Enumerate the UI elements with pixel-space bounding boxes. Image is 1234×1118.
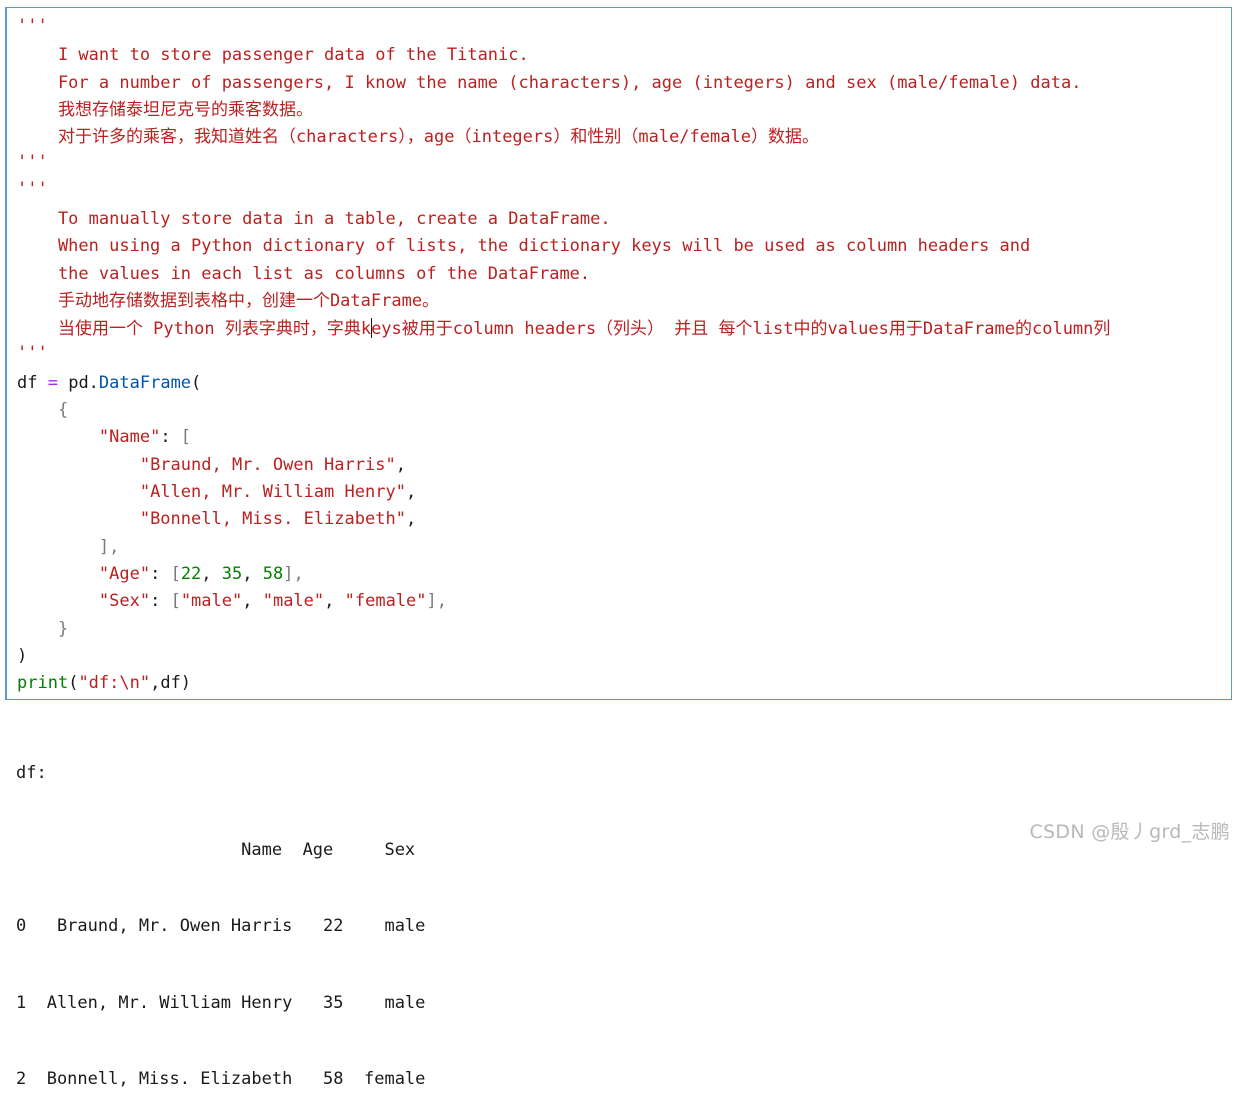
- docstring-text: eys被用于column headers（列头） 并且 每个list中的valu…: [371, 319, 1111, 339]
- separator: ,: [201, 564, 222, 584]
- cell-output: df: Name Age Sex 0 Braund, Mr. Owen Harr…: [16, 710, 425, 1118]
- table-header: Name Age Sex: [16, 839, 416, 860]
- assign-operator: =: [37, 373, 69, 393]
- module-pd: pd.: [68, 373, 99, 393]
- docstring-text: 当使用一个 Python 列表字典时，字典k: [17, 319, 372, 339]
- table-row: 0 Braund, Mr. Owen Harris 22 male: [16, 916, 426, 936]
- code-line: "Bonnell, Miss. Elizabeth",: [17, 509, 416, 529]
- print-function: print: [17, 673, 69, 693]
- code-line: {: [17, 400, 69, 420]
- docstring-line: 手动地存储数据到表格中，创建一个DataFrame。: [17, 291, 440, 311]
- docstring-open: ''': [17, 16, 48, 36]
- docstring-line: When using a Python dictionary of lists,…: [17, 236, 1031, 256]
- colon: :: [160, 427, 181, 447]
- list-close: ],: [283, 564, 304, 584]
- watermark: CSDN @殷丿grd_志鹏: [1029, 821, 1230, 843]
- code-line: df = pd.DataFrame(: [17, 373, 201, 393]
- dict-key-age: "Age": [98, 564, 151, 584]
- string-literal: "female": [344, 591, 427, 611]
- separator: ,: [324, 591, 345, 611]
- code-line: ],: [17, 537, 119, 557]
- string-literal: "Allen, Mr. William Henry": [139, 482, 406, 502]
- string-literal: "Braund, Mr. Owen Harris": [139, 455, 396, 475]
- comma: ,: [405, 509, 417, 529]
- list-close: ],: [98, 537, 120, 557]
- colon: :: [150, 564, 171, 584]
- code-line: print("df:\n",df): [17, 673, 191, 693]
- comma: ,: [405, 482, 417, 502]
- docstring-line: 当使用一个 Python 列表字典时，字典keys被用于column heade…: [17, 318, 1110, 339]
- docstring-line: To manually store data in a table, creat…: [17, 209, 611, 229]
- number-literal: 22: [180, 564, 202, 584]
- variable-df: df: [17, 373, 38, 393]
- docstring-close: ''': [17, 343, 48, 363]
- docstring-line: For a number of passengers, I know the n…: [17, 73, 1082, 93]
- code-line: }: [17, 619, 69, 639]
- open-paren: (: [68, 673, 79, 693]
- docstring-line: I want to store passenger data of the Ti…: [17, 45, 529, 65]
- list-open: [: [170, 591, 181, 611]
- docstring-close: ''': [17, 152, 48, 172]
- output-label: df:: [16, 763, 47, 783]
- comma: ,: [395, 455, 406, 475]
- list-open: [: [170, 564, 181, 584]
- string-literal: "male": [262, 591, 325, 611]
- docstring-line: 对于许多的乘客，我知道姓名（characters），age（integers）和…: [17, 127, 819, 147]
- print-args: ,df): [150, 673, 192, 693]
- dataframe-call: DataFrame: [98, 373, 192, 393]
- code-line: "Age": [22, 35, 58],: [17, 564, 304, 584]
- code-line: ): [17, 646, 28, 666]
- code-line: "Braund, Mr. Owen Harris",: [17, 455, 406, 475]
- list-open: [: [180, 427, 192, 447]
- code-line: "Sex": ["male", "male", "female"],: [17, 591, 447, 611]
- table-row: 1 Allen, Mr. William Henry 35 male: [16, 992, 426, 1013]
- docstring-line: 我想存储泰坦尼克号的乘客数据。: [17, 100, 313, 120]
- number-literal: 58: [262, 564, 284, 584]
- separator: ,: [242, 591, 263, 611]
- open-paren: (: [191, 373, 202, 393]
- string-literal: "male": [180, 591, 243, 611]
- colon: :: [150, 591, 171, 611]
- code-line: "Allen, Mr. William Henry",: [17, 482, 416, 502]
- dict-key-name: "Name": [98, 427, 161, 447]
- number-literal: 35: [221, 564, 243, 584]
- string-literal: "Bonnell, Miss. Elizabeth": [139, 509, 406, 529]
- code-line: "Name": [: [17, 427, 191, 447]
- code-cell[interactable]: ''' I want to store passenger data of th…: [5, 7, 1232, 700]
- separator: ,: [242, 564, 263, 584]
- string-literal: "df:\n": [78, 673, 151, 693]
- dict-key-sex: "Sex": [98, 591, 151, 611]
- docstring-line: the values in each list as columns of th…: [17, 264, 591, 284]
- list-close: ],: [426, 591, 447, 611]
- table-row: 2 Bonnell, Miss. Elizabeth 58 female: [16, 1069, 426, 1089]
- docstring-open: ''': [17, 179, 48, 199]
